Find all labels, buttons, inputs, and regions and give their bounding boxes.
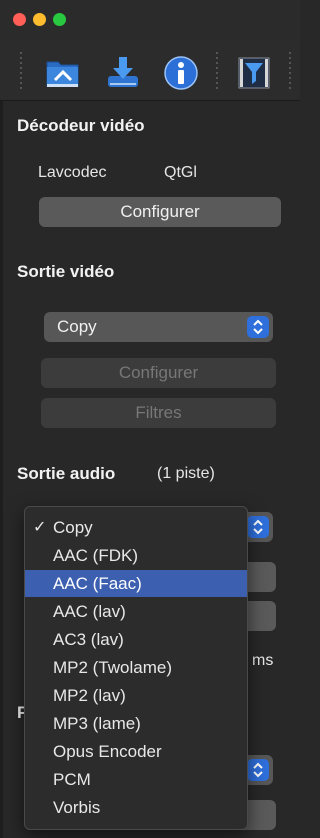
audio-output-title: Sortie audio xyxy=(17,464,116,483)
checkmark-icon: ✓ xyxy=(33,519,47,536)
menu-item[interactable]: AC3 (lav) xyxy=(25,626,247,653)
menu-item[interactable]: MP2 (lav) xyxy=(25,682,247,709)
menu-item-label: Opus Encoder xyxy=(53,742,162,761)
menu-item-label: PCM xyxy=(53,770,91,789)
menu-item[interactable]: MP2 (Twolame) xyxy=(25,654,247,681)
video-filters-button[interactable]: Filtres xyxy=(41,398,276,428)
folder-open-icon[interactable] xyxy=(44,54,82,92)
menu-item-label: AAC (Faac) xyxy=(53,574,142,593)
video-configure-button[interactable]: Configurer xyxy=(41,358,276,388)
chevron-updown-icon xyxy=(247,316,269,338)
close-window-button[interactable] xyxy=(13,13,26,26)
video-decoder-title: Décodeur vidéo xyxy=(17,116,145,135)
download-icon[interactable] xyxy=(104,54,142,92)
toolbar-separator xyxy=(216,52,218,90)
minimize-window-button[interactable] xyxy=(33,13,46,26)
menu-item[interactable]: AAC (lav) xyxy=(25,598,247,625)
menu-item[interactable]: PCM xyxy=(25,766,247,793)
audio-track-count: (1 piste) xyxy=(157,465,215,482)
menu-item[interactable]: MP3 (lame) xyxy=(25,710,247,737)
toolbar-separator xyxy=(289,52,291,90)
video-codec-value: Copy xyxy=(57,317,97,336)
menu-item[interactable]: Opus Encoder xyxy=(25,738,247,765)
menu-item[interactable]: Vorbis xyxy=(25,794,247,821)
zoom-window-button[interactable] xyxy=(53,13,66,26)
menu-item[interactable]: ✓ Copy xyxy=(25,514,247,541)
toolbar-separator xyxy=(20,52,22,90)
filter-icon[interactable] xyxy=(235,54,273,92)
menu-item-label: MP3 (lame) xyxy=(53,714,141,733)
menu-item-label: MP2 (lav) xyxy=(53,686,126,705)
chevron-updown-icon xyxy=(247,759,269,781)
menu-item-label: AAC (lav) xyxy=(53,602,126,621)
video-codec-select[interactable]: Copy xyxy=(44,312,273,342)
audio-codec-menu: ✓ Copy AAC (FDK) AAC (Faac) AAC (lav) AC3 (la… xyxy=(24,506,248,830)
decoder-name: Lavcodec xyxy=(38,164,107,181)
menu-item-label: Copy xyxy=(53,518,93,537)
info-icon[interactable] xyxy=(162,54,200,92)
menu-item[interactable]: AAC (FDK) xyxy=(25,542,247,569)
chevron-updown-icon xyxy=(247,516,269,538)
menu-item-label: MP2 (Twolame) xyxy=(53,658,173,677)
panel-edge xyxy=(0,101,3,838)
menu-item-label: AAC (FDK) xyxy=(53,546,138,565)
delay-unit-label: ms xyxy=(252,652,274,669)
menu-item-label: AC3 (lav) xyxy=(53,630,124,649)
decoder-configure-button[interactable]: Configurer xyxy=(39,197,281,227)
renderer-name: QtGl xyxy=(164,164,197,181)
menu-item-label: Vorbis xyxy=(53,798,101,817)
menu-item[interactable]: AAC (Faac) xyxy=(25,570,247,597)
video-output-title: Sortie vidéo xyxy=(17,262,115,281)
